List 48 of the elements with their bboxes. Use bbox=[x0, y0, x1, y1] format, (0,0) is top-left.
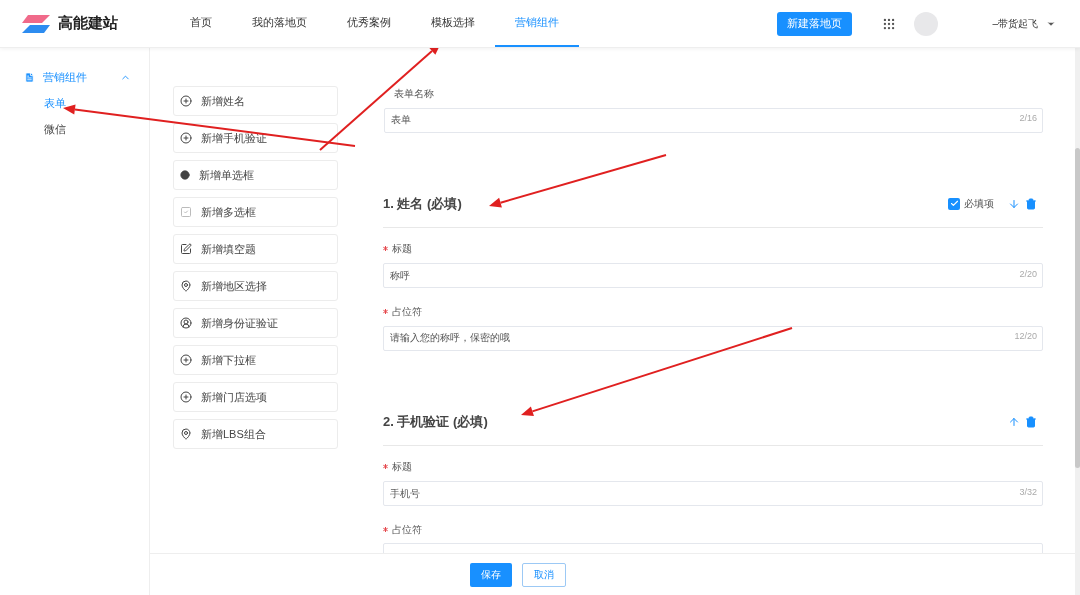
sidebar-item[interactable]: 微信 bbox=[44, 120, 66, 137]
field-label: 表单名称 bbox=[394, 86, 434, 101]
character-count: 2/20 bbox=[1019, 268, 1037, 280]
person-icon bbox=[180, 317, 192, 329]
section-title: 2. 手机验证 (必填) bbox=[383, 412, 488, 431]
add-component-button[interactable]: 新增身份证验证 bbox=[173, 308, 338, 338]
field-label: 标题 bbox=[392, 242, 412, 256]
field-label: 占位符 bbox=[392, 522, 422, 537]
section-title: 1. 姓名 (必填) bbox=[383, 194, 462, 213]
brand-name: 高能建站 bbox=[58, 13, 118, 34]
checkbox-label: 必填项 bbox=[964, 197, 994, 211]
character-count: 12/20 bbox=[1014, 331, 1037, 342]
edit-icon bbox=[180, 243, 192, 255]
nav-tab[interactable]: 优秀案例 bbox=[327, 0, 411, 47]
required-checkbox[interactable] bbox=[948, 197, 960, 210]
add-component-button[interactable]: 新增多选框 bbox=[173, 197, 338, 227]
add-component-button[interactable]: 新增门店选项 bbox=[173, 382, 338, 412]
move-up-icon[interactable] bbox=[1008, 415, 1020, 428]
add-component-button[interactable]: 新增姓名 bbox=[173, 86, 338, 116]
user-name: –带货起飞 bbox=[991, 17, 1038, 31]
field-label: 标题 bbox=[392, 460, 412, 474]
pin-icon bbox=[180, 428, 192, 440]
add-component-button[interactable]: 新增手机验证 bbox=[173, 123, 338, 153]
delete-icon[interactable] bbox=[1025, 197, 1037, 210]
nav-tab[interactable]: 首页 bbox=[170, 0, 232, 47]
field-label: 占位符 bbox=[392, 304, 422, 319]
add-component-button[interactable]: 新增地区选择 bbox=[173, 271, 338, 301]
plus-icon bbox=[180, 354, 192, 366]
add-component-button[interactable]: 新增LBS组合 bbox=[173, 419, 338, 449]
apps-grid-icon[interactable] bbox=[882, 16, 897, 31]
add-component-button[interactable]: 新增填空题 bbox=[173, 234, 338, 264]
nav-tab[interactable]: 模板选择 bbox=[411, 0, 495, 47]
nav-tab[interactable]: 我的落地页 bbox=[232, 0, 327, 47]
move-down-icon[interactable] bbox=[1008, 197, 1020, 210]
add-component-button[interactable]: 新增下拉框 bbox=[173, 345, 338, 375]
plus-icon bbox=[180, 95, 192, 107]
document-icon bbox=[24, 71, 35, 83]
checkbox-icon bbox=[180, 206, 192, 218]
character-count: 3/32 bbox=[1019, 486, 1037, 498]
radio-icon bbox=[180, 170, 190, 180]
plus-icon bbox=[180, 132, 192, 144]
add-component-button[interactable]: 新增单选框 bbox=[173, 160, 338, 190]
scrollbar[interactable] bbox=[1075, 48, 1080, 595]
pin-icon bbox=[180, 280, 192, 292]
logo-icon bbox=[22, 14, 50, 33]
delete-icon[interactable] bbox=[1025, 415, 1037, 428]
plus-icon bbox=[180, 391, 192, 403]
character-count: 2/16 bbox=[1019, 113, 1037, 124]
